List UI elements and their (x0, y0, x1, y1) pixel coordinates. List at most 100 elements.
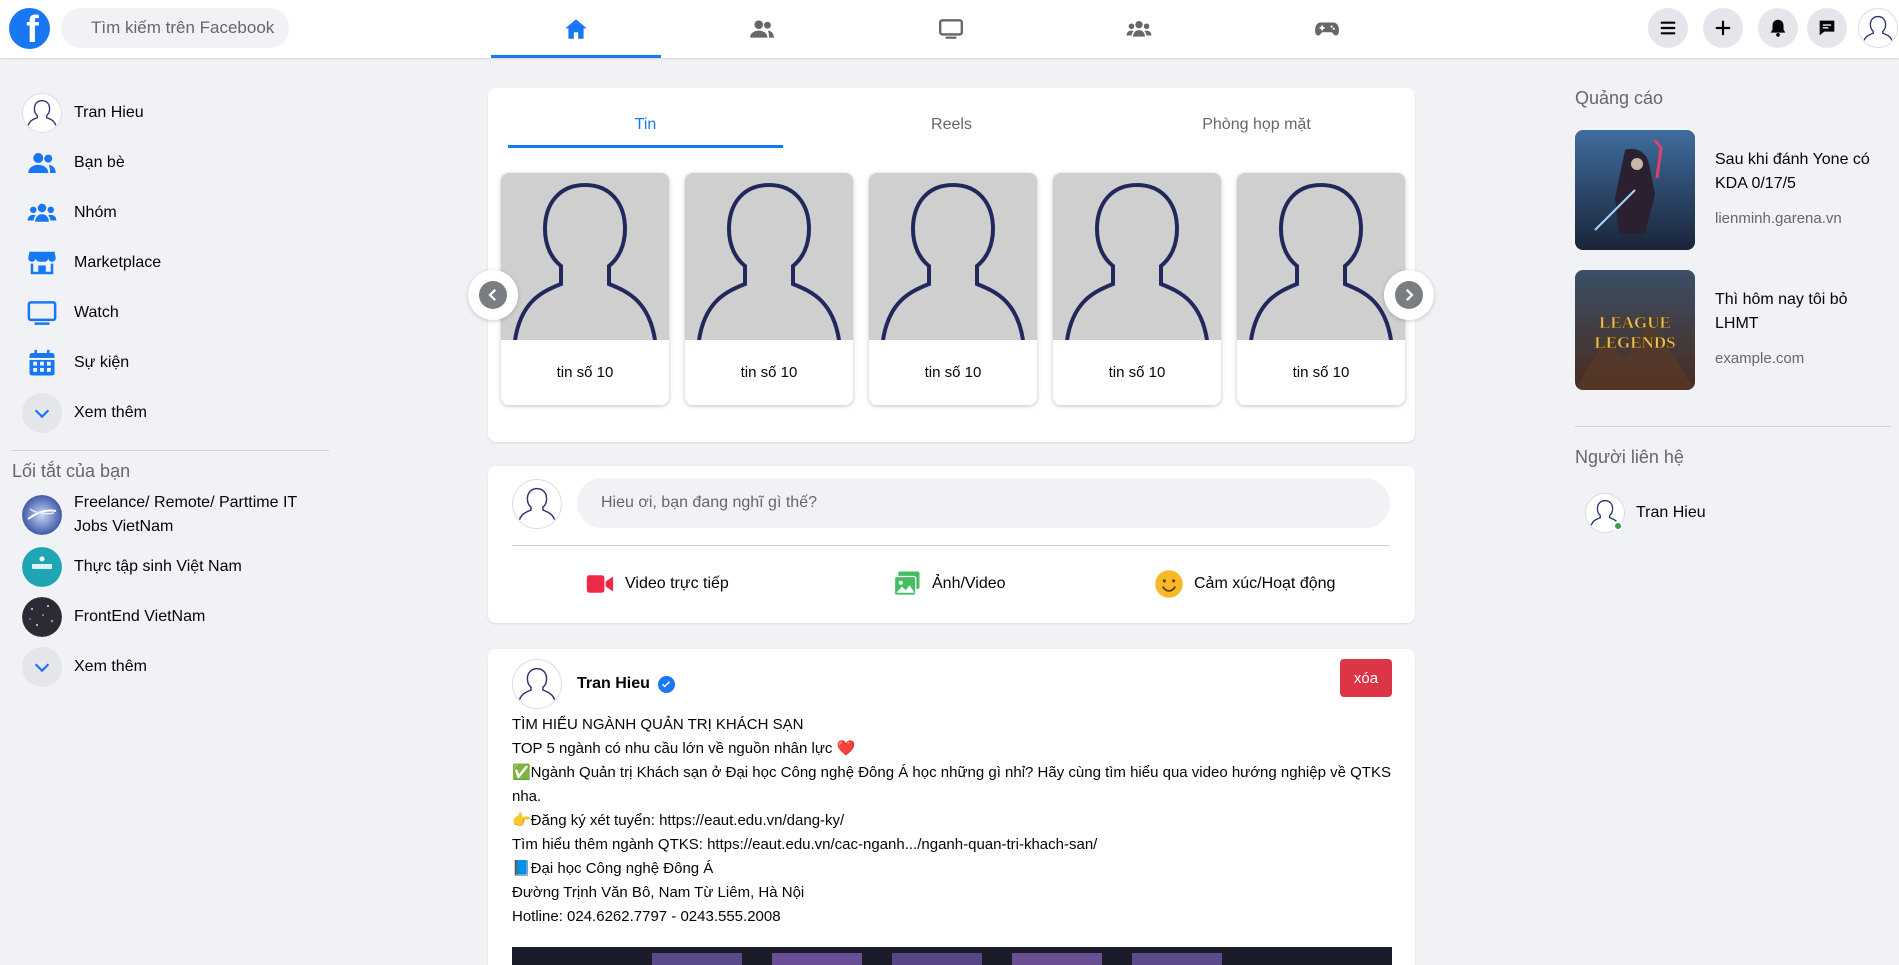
sidebar-icon-wrapper (22, 343, 62, 383)
story-silhouette-icon (1053, 173, 1221, 340)
story-card[interactable]: tin số 10 (685, 173, 853, 405)
story-silhouette-icon (1237, 173, 1405, 340)
tab-stories[interactable]: Tin (508, 102, 783, 148)
avatar (1585, 493, 1625, 533)
avatar[interactable] (512, 659, 562, 709)
live-video-button[interactable]: Video trực tiếp (585, 556, 729, 612)
shortcut-label: FrontEnd VietNam (74, 608, 206, 625)
ad-url: lienminh.garena.vn (1715, 210, 1842, 227)
group-avatar (22, 547, 62, 587)
sidebar-item-watch[interactable]: Watch (12, 288, 329, 338)
story-card[interactable]: tin số 10 (1237, 173, 1405, 405)
top-navigation-bar: f (0, 0, 1899, 58)
post-content: TÌM HIỂU NGÀNH QUẢN TRỊ KHÁCH SẠN TOP 5 … (512, 713, 1392, 929)
friends-icon (750, 20, 774, 38)
arrow-circle (1395, 281, 1423, 309)
nav-tab-groups[interactable] (1054, 0, 1224, 58)
watch-icon (938, 19, 964, 39)
sidebar-item-marketplace[interactable]: Marketplace (12, 238, 329, 288)
sidebar-item-label: Tran Hieu (74, 104, 144, 121)
shortcut-item-freelance[interactable]: Freelance/ Remote/ Parttime IT Jobs Viet… (12, 488, 329, 542)
sidebar-item-profile[interactable]: Tran Hieu (12, 88, 329, 138)
profile-avatar[interactable] (1858, 8, 1898, 48)
stories-prev-button[interactable] (468, 270, 518, 320)
ad-image-yone (1575, 130, 1695, 250)
nav-tab-friends[interactable] (677, 0, 847, 58)
left-sidebar: Tran Hieu Bạn bè Nhóm Marketplace Watch … (12, 88, 329, 692)
status-input[interactable] (577, 478, 1390, 528)
ad-image-lol: LEAGUE LEGENDS (1575, 270, 1695, 390)
store-icon (28, 251, 56, 275)
ad-text: Sau khi đánh Yone có KDA 0/17/5 lienminh… (1715, 130, 1885, 250)
sidebar-item-label: Nhóm (74, 204, 117, 221)
messenger-button[interactable] (1807, 8, 1847, 48)
nav-tab-home[interactable] (491, 0, 661, 58)
nav-tab-gaming[interactable] (1242, 0, 1412, 58)
live-video-icon (586, 575, 614, 593)
ads-heading: Quảng cáo (1575, 88, 1664, 108)
action-label: Ảnh/Video (932, 575, 1006, 592)
post-line: 📘Đại học Công nghệ Đông Á (512, 860, 714, 877)
story-silhouette-icon (501, 173, 669, 340)
facebook-logo[interactable]: f (9, 8, 50, 49)
story-card[interactable]: tin số 10 (869, 173, 1037, 405)
stories-next-button[interactable] (1384, 270, 1434, 320)
group-avatar (22, 597, 62, 637)
post-line: Đường Trịnh Văn Bô, Nam Từ Liêm, Hà Nội (512, 884, 805, 901)
author-name: Tran Hieu (577, 675, 650, 692)
sidebar-icon-wrapper (22, 293, 62, 333)
sidebar-item-label: Sự kiện (74, 354, 130, 371)
sponsored-ad[interactable]: LEAGUE LEGENDS Thì hôm nay tôi bỏ LHMT e… (1575, 270, 1891, 390)
sidebar-icon-wrapper (22, 393, 62, 433)
sidebar-item-label: Xem thêm (74, 404, 147, 421)
create-button[interactable] (1703, 8, 1743, 48)
sidebar-item-friends[interactable]: Bạn bè (12, 138, 329, 188)
photo-video-button[interactable]: Ảnh/Video (892, 556, 1006, 612)
feeling-activity-button[interactable]: Cảm xúc/Hoạt động (1154, 556, 1335, 612)
lol-logo-text: LEAGUE (1599, 313, 1671, 332)
ad-text: Thì hôm nay tôi bỏ LHMT example.com (1715, 270, 1885, 390)
feeling-icon (1155, 570, 1183, 598)
ad-title: Thì hôm nay tôi bỏ LHMT (1715, 291, 1848, 332)
post-author[interactable]: Tran Hieu (577, 675, 675, 693)
menu-icon (1660, 21, 1676, 35)
bell-icon (1770, 19, 1786, 37)
search-input[interactable] (61, 8, 289, 48)
nav-tab-watch[interactable] (866, 0, 1036, 58)
chevron-left-icon (488, 288, 497, 302)
notifications-button[interactable] (1758, 8, 1798, 48)
menu-button[interactable] (1648, 8, 1688, 48)
story-label: tin số 10 (924, 364, 982, 381)
tab-reels[interactable]: Reels (814, 102, 1089, 148)
post-line: 👉Đăng ký xét tuyển: https://eaut.edu.vn/… (512, 812, 845, 829)
story-label: tin số 10 (740, 364, 798, 381)
sidebar-item-events[interactable]: Sự kiện (12, 338, 329, 388)
shortcut-item-intern[interactable]: Thực tập sinh Việt Nam (12, 542, 329, 592)
post-line: TOP 5 ngành có nhu cầu lớn về nguồn nhân… (512, 740, 856, 757)
feed-post: Tran Hieu xóa TÌM HIỂU NGÀNH QUẢN TRỊ KH… (488, 649, 1415, 965)
sponsored-ad[interactable]: Sau khi đánh Yone có KDA 0/17/5 lienminh… (1575, 130, 1891, 250)
delete-post-button[interactable]: xóa (1340, 659, 1392, 697)
chevron-down-icon (34, 663, 50, 673)
story-card[interactable]: tin số 10 (501, 173, 669, 405)
sidebar-item-see-more[interactable]: Xem thêm (12, 388, 329, 438)
composer-divider (512, 545, 1390, 546)
shortcut-see-more[interactable]: Xem thêm (12, 642, 329, 692)
groups-icon (1126, 20, 1152, 37)
friends-icon (28, 153, 56, 173)
story-card[interactable]: tin số 10 (1053, 173, 1221, 405)
tab-label: Phòng họp mặt (1202, 116, 1311, 133)
gaming-icon (1315, 22, 1339, 36)
right-sidebar: Quảng cáo Sau khi đánh Yone có KDA 0/17/… (1575, 88, 1891, 533)
post-video-thumbnail[interactable] (512, 947, 1392, 965)
shortcut-item-frontend[interactable]: FrontEnd VietNam (12, 592, 329, 642)
arrow-circle (479, 281, 507, 309)
chevron-right-icon (1405, 288, 1414, 302)
sidebar-item-groups[interactable]: Nhóm (12, 188, 329, 238)
sidebar-icon-wrapper (22, 243, 62, 283)
game-screenshot-image (512, 947, 1392, 965)
tab-rooms[interactable]: Phòng họp mặt (1119, 102, 1394, 148)
post-line: Tìm hiểu thêm ngành QTKS: https://eaut.e… (512, 836, 1098, 853)
contact-name: Tran Hieu (1636, 504, 1706, 521)
contact-item[interactable]: Tran Hieu (1575, 493, 1891, 533)
